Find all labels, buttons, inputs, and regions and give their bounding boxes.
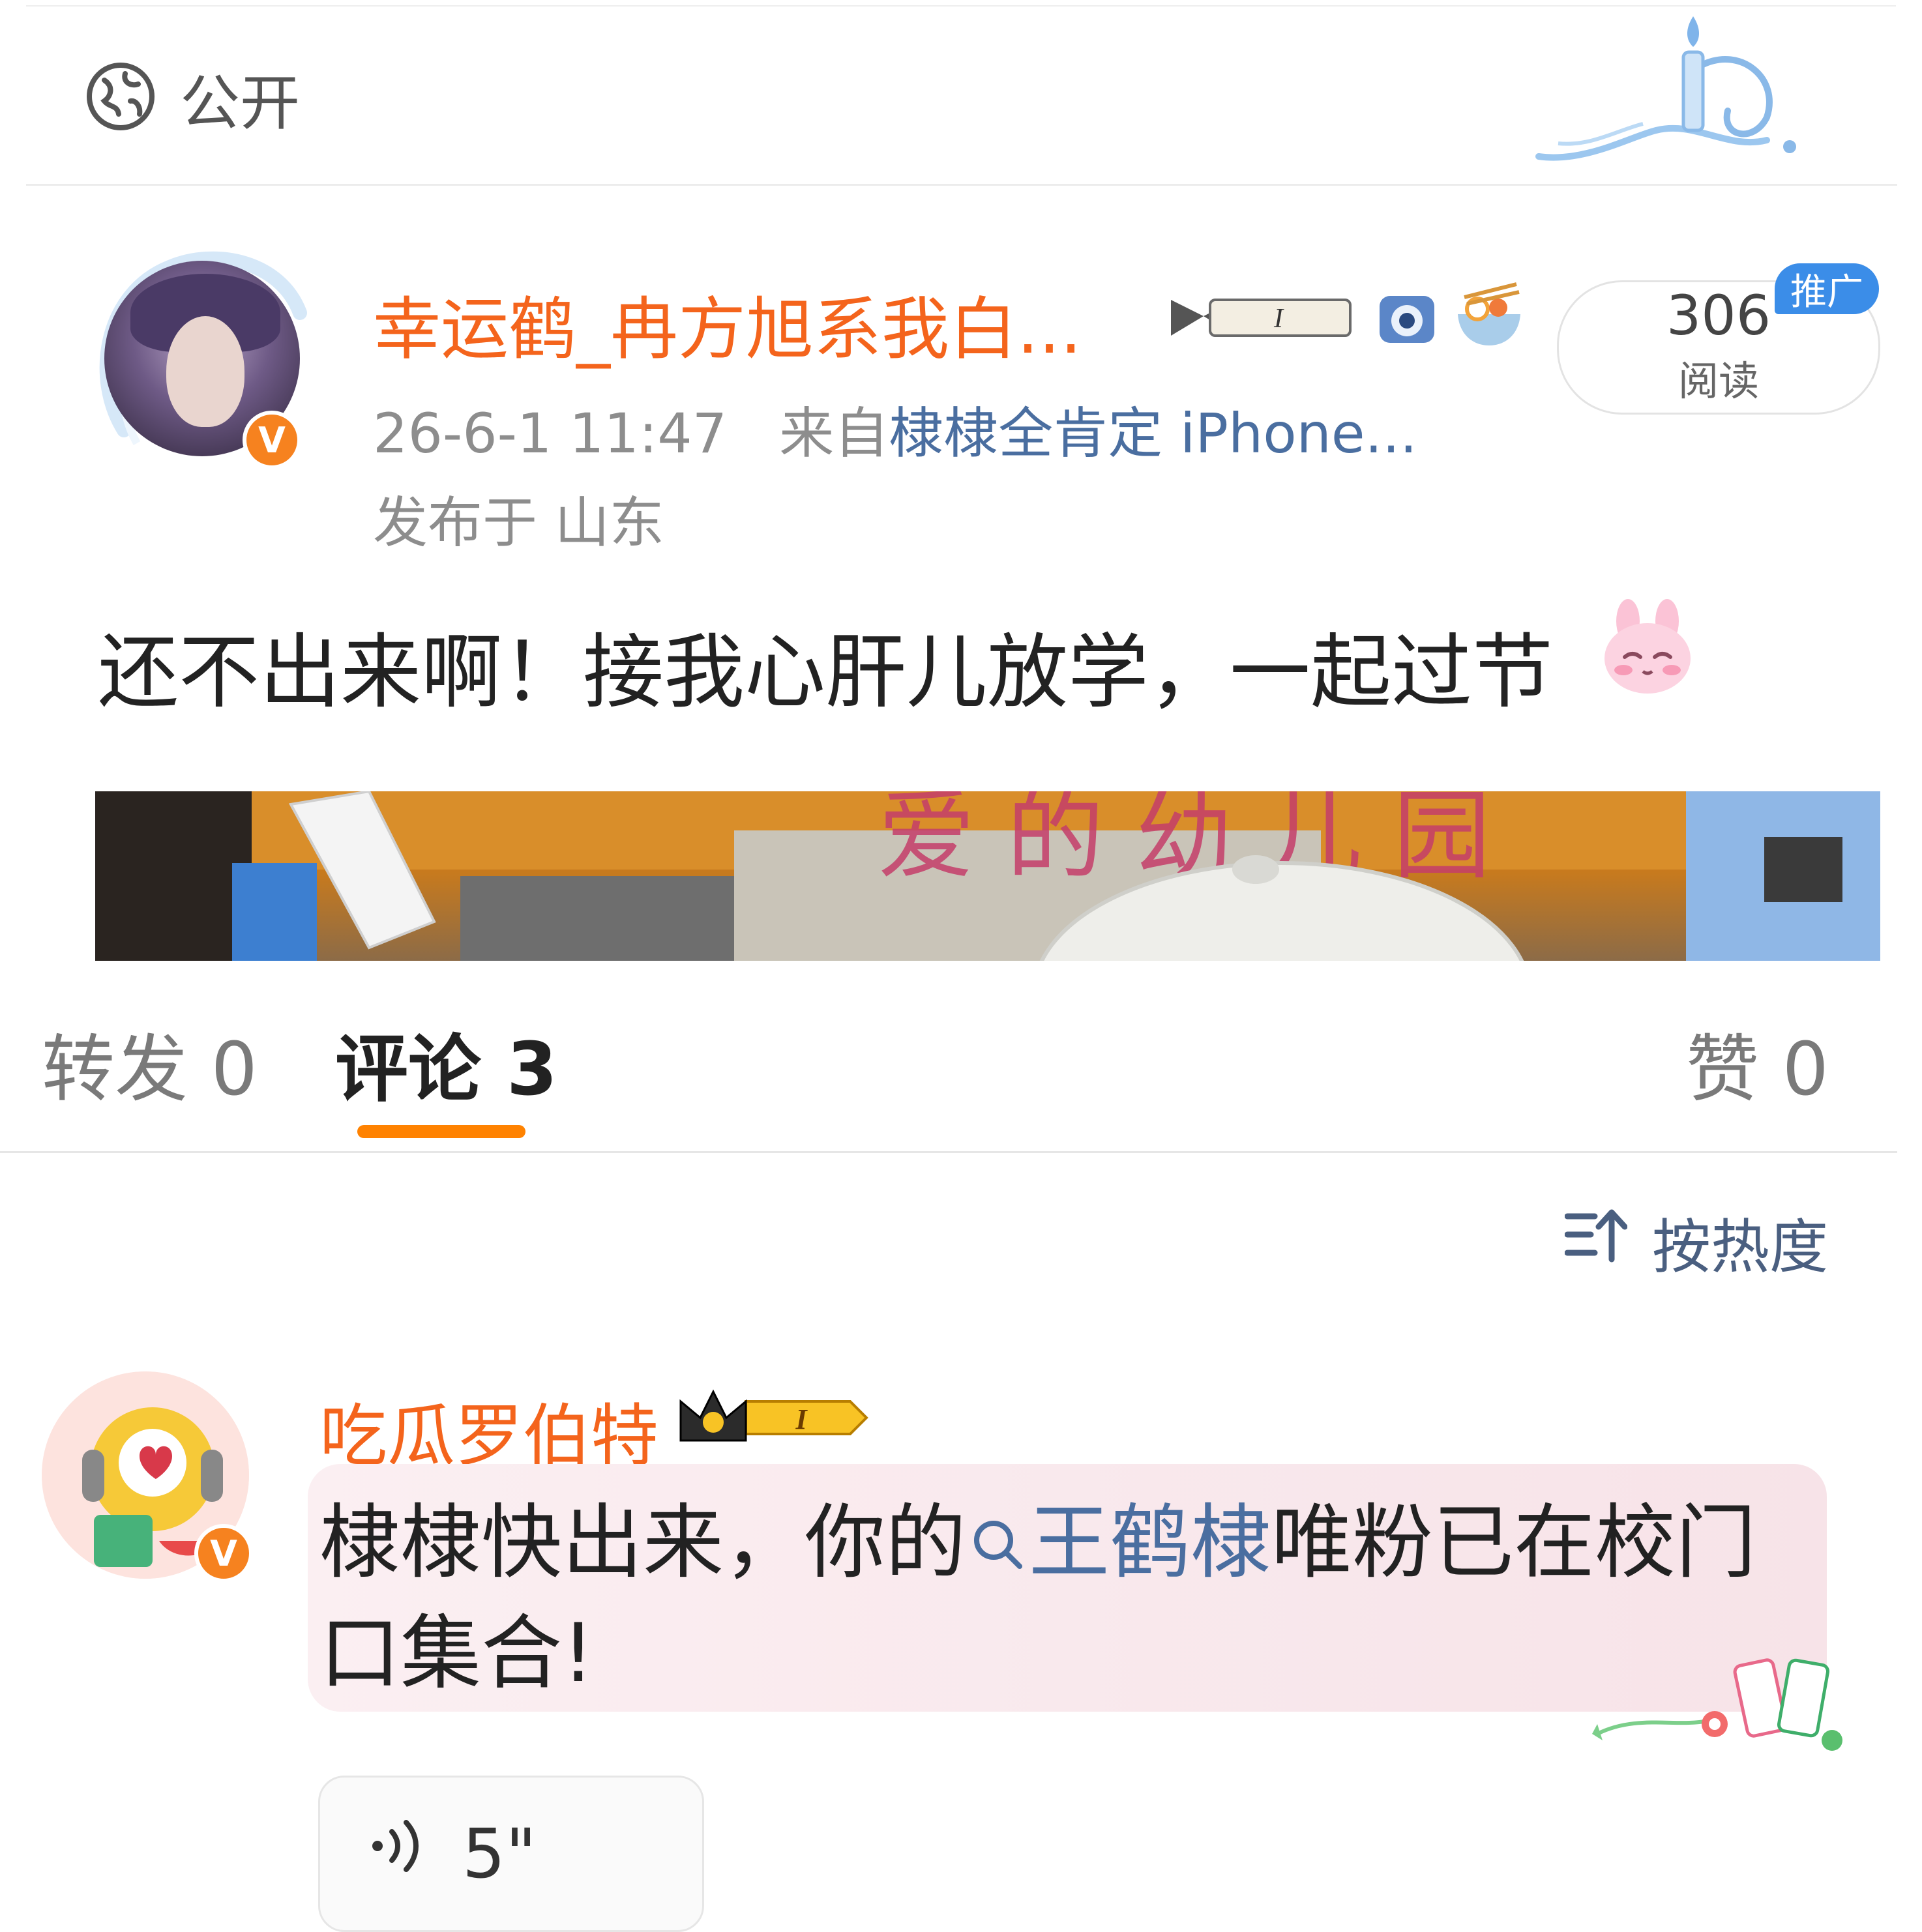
camera-badge-icon [1380, 296, 1434, 343]
post-location: 发布于 山东 [373, 491, 664, 555]
bubble-sticker-decoration-icon [1592, 1658, 1842, 1751]
source-prefix: 来自 [779, 402, 889, 465]
section-divider [26, 184, 1897, 186]
voice-wave-icon [370, 1813, 428, 1895]
read-count: 306 [1666, 284, 1771, 347]
post-meta: 26-6-1 11:47 来自棣棣全肯定 iPhone... [373, 390, 1417, 469]
post-photo[interactable]: 爱 的 幼 儿 园 [95, 791, 1880, 961]
svg-text:I: I [1273, 304, 1284, 334]
commenter-level: I [795, 1403, 808, 1435]
comment-text: 棣棣快出来，你的 王鹤棣唯粉已在校门口集合! [319, 1487, 1773, 1709]
verified-badge-icon: V [243, 411, 301, 469]
visibility-label: 公开 [180, 68, 301, 138]
sort-icon [1564, 1203, 1628, 1280]
author-username[interactable]: 幸运鹤_冉方旭系我白... [373, 274, 1082, 372]
tabs-divider [0, 1151, 1897, 1153]
sort-toggle[interactable]: 按热度 [1564, 1203, 1828, 1281]
voice-duration: 5" [462, 1814, 537, 1894]
read-label: 阅读 [1678, 357, 1759, 405]
ribbon-medal-badge-icon: I [1171, 299, 1352, 337]
visibility-indicator: 公开 [85, 59, 300, 138]
active-tab-indicator [357, 1125, 525, 1138]
post-time: 26-6-1 11:47 [373, 402, 728, 465]
crown-level-badge-icon: I [679, 1389, 868, 1442]
post-tabs: 转发 0 评论 3 赞 0 [0, 991, 1922, 1112]
search-icon [966, 1496, 1029, 1590]
comment-topic-link[interactable]: 王鹤棣 [1029, 1496, 1271, 1590]
promote-badge[interactable]: 推广 [1775, 263, 1879, 314]
tab-likes[interactable]: 赞 0 [1686, 1010, 1829, 1116]
voice-message[interactable]: 5" [318, 1776, 704, 1932]
commenter-verified-badge-icon: V [194, 1524, 253, 1583]
tab-comments[interactable]: 评论 3 [335, 1010, 557, 1116]
shy-bunny-emoji-icon [1604, 599, 1691, 694]
globe-icon [85, 61, 156, 135]
noodle-bowl-badge-icon [1458, 282, 1520, 345]
post-source-link[interactable]: 棣棣全肯定 iPhone... [889, 402, 1417, 465]
tab-repost[interactable]: 转发 0 [42, 1010, 258, 1116]
sort-label: 按热度 [1652, 1213, 1828, 1281]
comment-text-before: 棣棣快出来，你的 [319, 1496, 967, 1590]
post-text: 还不出来啊！接我心肝儿放学，一起过节 [98, 606, 1553, 724]
post-text-content: 还不出来啊！接我心肝儿放学，一起过节 [98, 626, 1554, 720]
candle-decoration-icon [1535, 16, 1796, 161]
